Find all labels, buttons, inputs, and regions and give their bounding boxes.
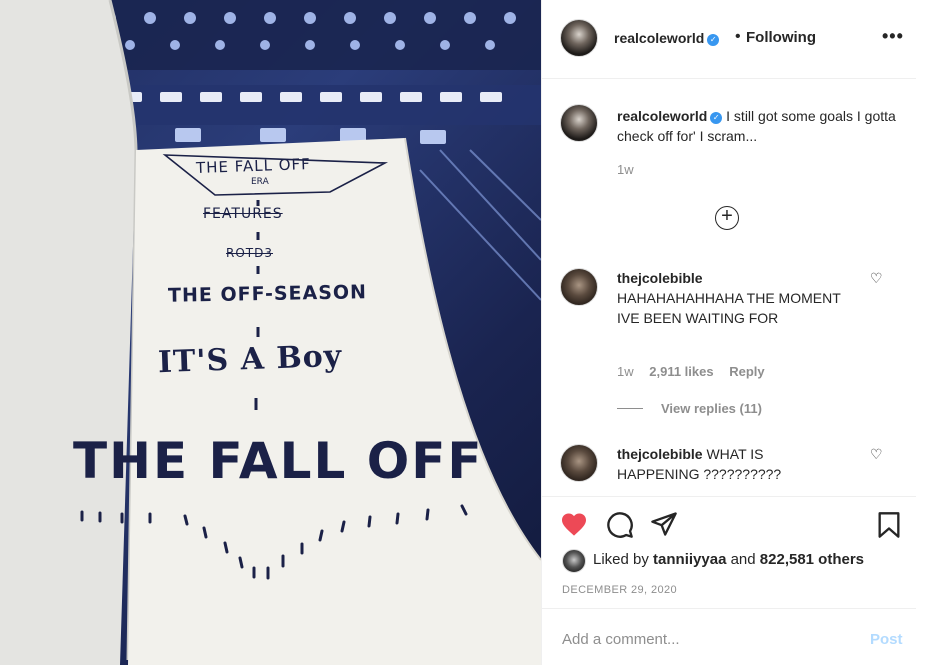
view-replies-button[interactable]: View replies (11): [617, 401, 762, 416]
liked-by-and: and: [730, 551, 756, 568]
commenter-avatar[interactable]: [560, 444, 598, 482]
post-header: realcoleworld ✓ • Following •••: [542, 0, 916, 79]
post-sidebar: realcoleworld ✓ • Following ••• realcolew…: [541, 0, 916, 665]
liker-username[interactable]: tanniiyyaa: [653, 551, 726, 568]
post-button[interactable]: Post: [870, 631, 903, 648]
caption-timestamp[interactable]: 1w: [617, 162, 634, 177]
commenter-username[interactable]: thejcolebible: [617, 270, 703, 286]
author-username-block[interactable]: realcoleworld ✓: [614, 30, 720, 47]
plus-circle-icon[interactable]: +: [715, 206, 739, 230]
commenter-avatar[interactable]: [560, 268, 598, 306]
caption-avatar[interactable]: [560, 104, 598, 142]
caption-text-block: realcoleworld ✓ I still got some goals I …: [617, 106, 897, 146]
verified-badge-icon: ✓: [707, 34, 720, 46]
separator-dot: •: [735, 28, 741, 45]
author-avatar[interactable]: [560, 19, 598, 57]
liker-avatar[interactable]: [562, 549, 586, 573]
commenter-username[interactable]: thejcolebible: [617, 446, 703, 462]
liked-by-prefix: Liked by: [593, 551, 649, 568]
view-replies-label: View replies (11): [661, 401, 762, 416]
following-button[interactable]: Following: [746, 29, 816, 46]
bookmark-icon[interactable]: [876, 511, 902, 539]
replies-divider: [617, 408, 643, 409]
heart-filled-icon[interactable]: [560, 511, 588, 537]
more-dots-icon[interactable]: •••: [882, 26, 904, 47]
comment-timestamp[interactable]: 1w: [617, 364, 634, 379]
reply-button[interactable]: Reply: [729, 364, 764, 379]
author-username[interactable]: realcoleworld: [614, 30, 704, 46]
comment-likes[interactable]: 2,911 likes: [649, 364, 713, 379]
comment-text: HAHAHAHAHHAHA THE MOMENT IVE BEEN WAITIN…: [617, 290, 841, 326]
notebook-line: IT'S A Boy: [157, 338, 343, 381]
caption-username[interactable]: realcoleworld: [617, 108, 707, 124]
add-comment-bar: Post: [542, 608, 916, 666]
action-bar: Liked by tanniiyyaa and 822,581 others D…: [542, 496, 916, 609]
heart-outline-icon[interactable]: ♡: [870, 270, 883, 287]
comment-meta: 1w 2,911 likes Reply: [617, 364, 777, 379]
comment-icon[interactable]: [606, 511, 634, 539]
notebook-line: FEATURES: [203, 206, 283, 222]
comment-text-block: thejcolebible WHAT IS HAPPENING ????????…: [617, 444, 847, 484]
post-date[interactable]: DECEMBER 29, 2020: [562, 584, 677, 596]
post-photo[interactable]: THE FALL OFF ERA FEATURES ROTD3 THE OFF-…: [0, 0, 541, 665]
notebook-line: ROTD3: [226, 246, 273, 260]
comment-input[interactable]: [560, 627, 844, 651]
comment-text-block: thejcolebible HAHAHAHAHHAHA THE MOMENT I…: [617, 268, 847, 328]
liked-by-text: Liked by tanniiyyaa and 822,581 others: [593, 551, 864, 568]
notebook-title: THE FALL OFF: [73, 432, 484, 490]
verified-badge-icon: ✓: [710, 112, 723, 124]
notebook-line: ERA: [251, 177, 269, 187]
paper-plane-icon[interactable]: [650, 511, 678, 537]
notebook-line: THE OFF-SEASON: [167, 281, 368, 307]
heart-outline-icon[interactable]: ♡: [870, 446, 883, 463]
photo-illustration: [0, 0, 541, 665]
likes-count[interactable]: 822,581 others: [760, 551, 864, 568]
